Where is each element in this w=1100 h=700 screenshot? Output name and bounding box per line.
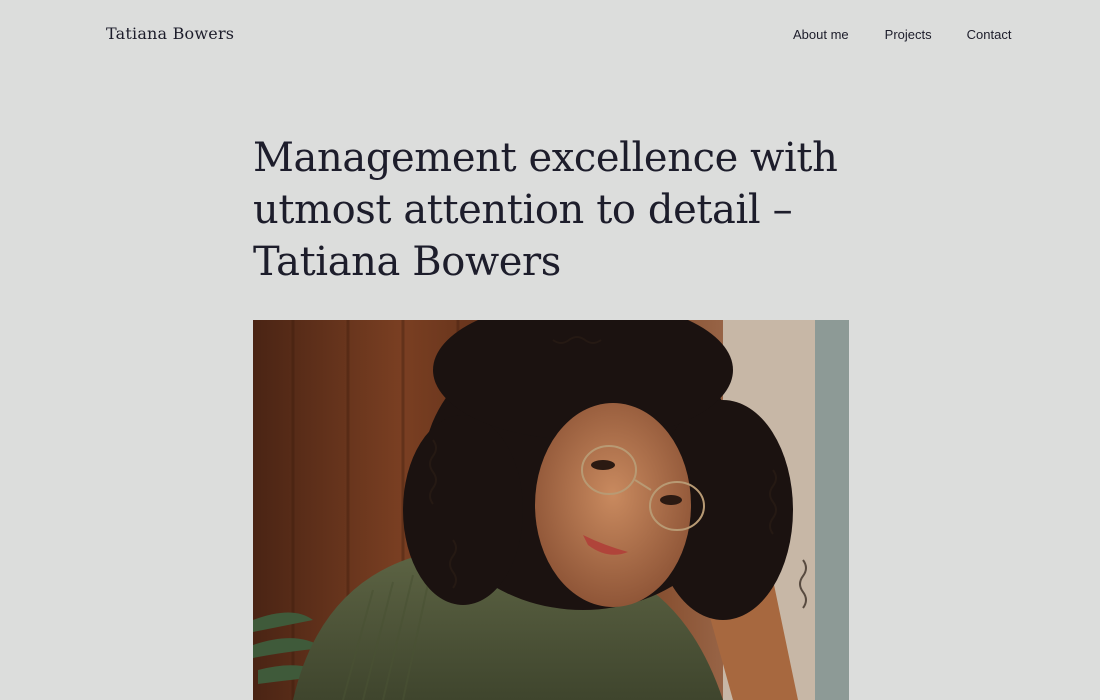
nav-item-contact[interactable]: Contact [967, 27, 1012, 42]
main-nav: About me Projects Contact [793, 27, 1011, 42]
portrait-image [253, 320, 849, 700]
site-header: Tatiana Bowers About me Projects Contact [0, 0, 1100, 70]
nav-item-about-me[interactable]: About me [793, 27, 849, 42]
page-title: Management excellence with utmost attent… [253, 135, 838, 285]
site-title-link[interactable]: Tatiana Bowers [106, 24, 234, 43]
nav-item-projects[interactable]: Projects [885, 27, 932, 42]
